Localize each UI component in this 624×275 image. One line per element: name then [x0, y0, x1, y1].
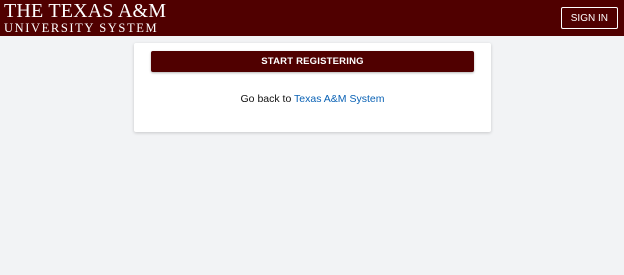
logo-subtitle: UNIVERSITY SYSTEM	[4, 21, 159, 36]
go-back-text: Go back to Texas A&M System	[134, 93, 491, 105]
sign-in-button[interactable]: SIGN IN	[560, 7, 618, 29]
texas-am-logo[interactable]: THE TEXAS A&M UNIVERSITY SYSTEM	[4, 1, 166, 35]
go-back-prefix: Go back to	[240, 93, 295, 105]
top-header: THE TEXAS A&M UNIVERSITY SYSTEM SIGN IN	[0, 0, 624, 36]
texas-am-system-link[interactable]: Texas A&M System	[294, 93, 384, 105]
start-registering-button[interactable]: START REGISTERING	[151, 51, 474, 72]
registration-card: START REGISTERING Go back to Texas A&M S…	[134, 43, 491, 132]
logo-title: THE TEXAS A&M	[4, 0, 167, 23]
